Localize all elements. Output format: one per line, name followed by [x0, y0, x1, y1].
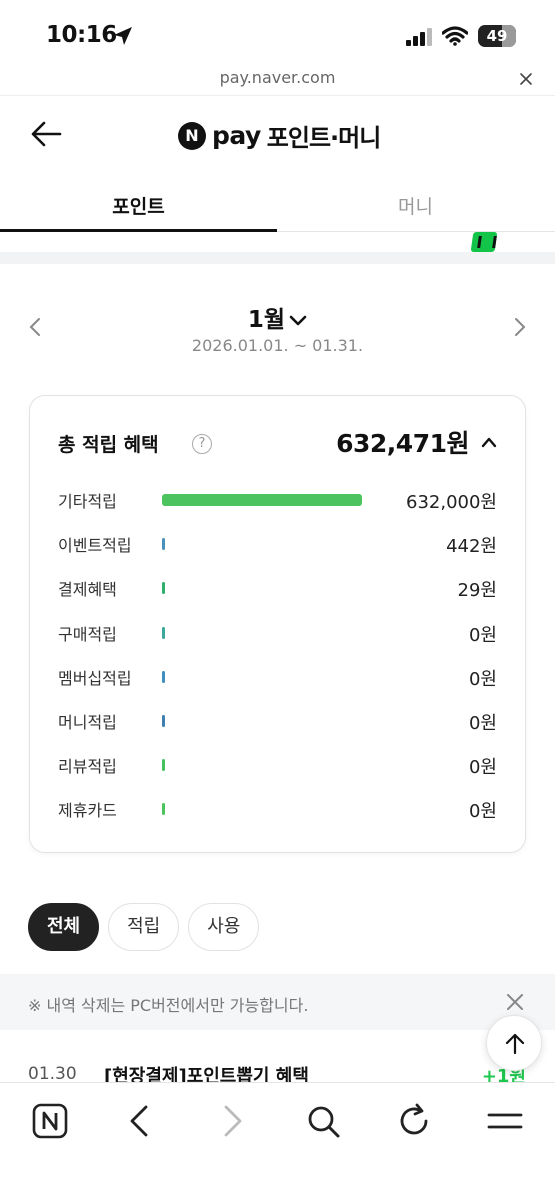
app-header: N pay 포인트·머니	[0, 96, 555, 176]
row-label: 구매적립	[58, 625, 117, 644]
summary-header[interactable]: 총 적립 혜택 ? 632,471원	[58, 428, 497, 458]
row-bar	[162, 759, 165, 771]
row-label: 머니적립	[58, 713, 117, 732]
section-divider	[0, 252, 555, 264]
tab-bar: 포인트 머니	[0, 184, 555, 232]
summary-row: 기타적립 632,000원	[58, 488, 497, 513]
row-label: 리뷰적립	[58, 757, 117, 776]
chevron-down-icon	[289, 315, 307, 325]
row-label: 멤버십적립	[58, 669, 132, 688]
status-bar: 10:16 49	[0, 0, 555, 62]
filter-use[interactable]: 사용	[188, 903, 260, 951]
row-bar	[162, 494, 362, 506]
back-arrow-icon[interactable]	[30, 120, 62, 148]
close-icon[interactable]	[505, 992, 525, 1012]
help-icon[interactable]: ?	[192, 434, 212, 454]
notice-text: ※ 내역 삭제는 PC버전에서만 가능합니다.	[28, 996, 309, 1015]
filter-earn[interactable]: 적립	[108, 903, 180, 951]
cellular-signal-icon	[406, 28, 432, 46]
row-bar	[162, 803, 165, 815]
row-label: 제휴카드	[58, 801, 117, 820]
naver-home-icon[interactable]	[30, 1101, 70, 1141]
npay-sticker-icon	[470, 232, 498, 252]
row-bar	[162, 671, 165, 683]
summary-row: 제휴카드 0원	[58, 797, 497, 822]
row-amount: 0원	[468, 713, 497, 734]
row-amount: 632,000원	[406, 492, 497, 513]
tab-money[interactable]: 머니	[277, 192, 554, 219]
close-icon[interactable]	[519, 72, 533, 86]
row-bar	[162, 538, 165, 550]
row-amount: 0원	[468, 801, 497, 822]
wifi-icon	[442, 26, 468, 46]
row-amount: 0원	[468, 625, 497, 646]
row-bar	[162, 627, 165, 639]
pay-wordmark: pay	[212, 121, 261, 150]
arrow-up-icon	[505, 1033, 525, 1055]
chevron-up-icon[interactable]	[481, 436, 497, 448]
npay-brand: N pay 포인트·머니	[178, 118, 382, 153]
browser-back-icon[interactable]	[120, 1101, 160, 1141]
month-label: 1월	[247, 307, 286, 333]
location-arrow-icon	[114, 27, 132, 45]
row-label: 결제혜택	[58, 580, 117, 599]
month-selector[interactable]: 1월	[0, 300, 555, 334]
summary-row: 머니적립 0원	[58, 709, 497, 734]
summary-row: 구매적립 0원	[58, 621, 497, 646]
browser-forward-icon[interactable]	[212, 1101, 252, 1141]
row-amount: 0원	[468, 757, 497, 778]
notice-banner: ※ 내역 삭제는 PC버전에서만 가능합니다.	[0, 974, 555, 1030]
scroll-to-top-button[interactable]	[486, 1015, 542, 1071]
menu-icon[interactable]	[485, 1101, 525, 1141]
browser-toolbar	[0, 1082, 555, 1200]
status-time: 10:16	[46, 22, 117, 48]
row-bar	[162, 582, 165, 594]
row-bar	[162, 715, 165, 727]
url-text: pay.naver.com	[219, 68, 336, 87]
row-label: 기타적립	[58, 492, 117, 511]
chevron-right-icon[interactable]	[513, 316, 527, 338]
summary-row: 리뷰적립 0원	[58, 753, 497, 778]
benefit-summary-card: 총 적립 혜택 ? 632,471원 기타적립 632,000원 이벤트적립 4…	[29, 395, 526, 853]
row-amount: 442원	[446, 536, 497, 557]
row-amount: 29원	[457, 580, 497, 601]
battery-level: 49	[486, 27, 508, 45]
active-tab-indicator	[0, 229, 277, 232]
summary-title: 총 적립 혜택	[58, 434, 159, 456]
filter-all[interactable]: 전체	[28, 903, 100, 951]
summary-row: 이벤트적립 442원	[58, 532, 497, 557]
month-navigator: 1월 2026.01.01. ~ 01.31.	[0, 296, 555, 366]
row-amount: 0원	[468, 669, 497, 690]
refresh-icon[interactable]	[394, 1101, 434, 1141]
page-title: 포인트·머니	[266, 124, 382, 152]
battery-indicator: 49	[478, 25, 516, 47]
summary-row: 멤버십적립 0원	[58, 665, 497, 690]
tab-points[interactable]: 포인트	[0, 192, 277, 219]
naver-n-logo: N	[178, 121, 206, 150]
date-range: 2026.01.01. ~ 01.31.	[191, 336, 364, 355]
summary-total: 632,471원	[336, 429, 469, 458]
row-label: 이벤트적립	[58, 536, 132, 555]
url-bar[interactable]: pay.naver.com	[0, 62, 555, 96]
search-icon[interactable]	[303, 1101, 343, 1141]
summary-row: 결제혜택 29원	[58, 576, 497, 601]
history-filter: 전체 적립 사용	[28, 903, 260, 951]
history-date: 01.30	[28, 1064, 77, 1084]
